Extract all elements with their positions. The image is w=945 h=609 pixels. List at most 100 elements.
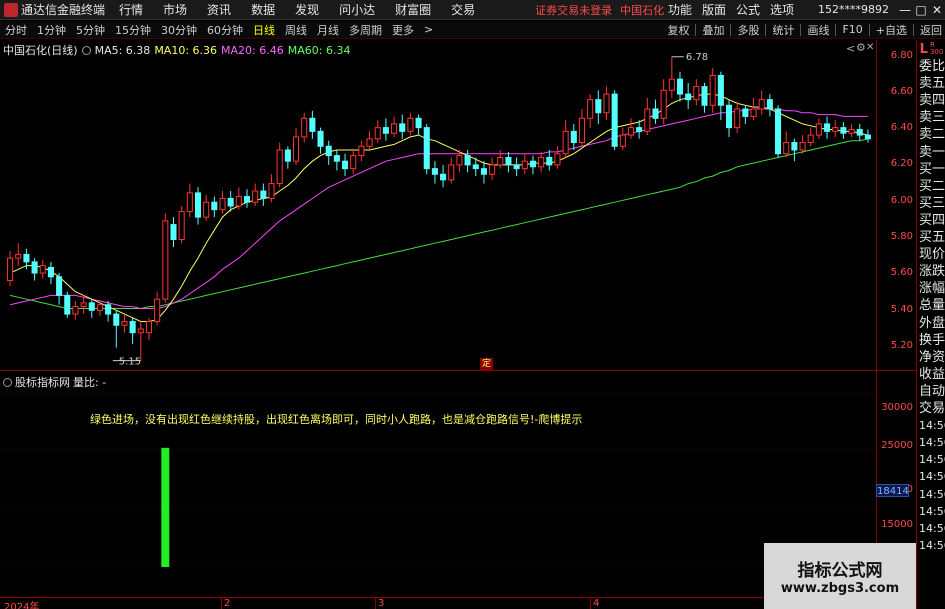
- menu-layout[interactable]: 版面: [702, 1, 726, 18]
- ding-marker: 定: [480, 358, 493, 370]
- candle-body: [7, 257, 14, 282]
- period-weekly[interactable]: 周线: [283, 22, 309, 38]
- chevron-right-icon[interactable]: >: [422, 23, 435, 36]
- candle-body: [145, 321, 153, 334]
- settings-dot-icon[interactable]: [81, 45, 91, 55]
- candle-body: [578, 117, 586, 144]
- menu-trade[interactable]: 交易: [451, 1, 475, 18]
- side-panel-item: 收益: [919, 366, 945, 382]
- chevron-left-icon[interactable]: <: [846, 42, 855, 55]
- candle-body: [660, 89, 667, 119]
- period-daily[interactable]: 日线: [251, 22, 277, 38]
- candle-body: [88, 302, 95, 311]
- period-5min[interactable]: 5分钟: [74, 22, 107, 38]
- side-panel-R[interactable]: R 300: [930, 42, 943, 56]
- candle-body: [15, 253, 22, 259]
- volume-badge: 18414: [876, 484, 909, 497]
- side-panel-item[interactable]: 自动: [919, 383, 945, 400]
- period-multi[interactable]: 多周期: [347, 22, 384, 38]
- f10-button[interactable]: F10: [842, 23, 862, 36]
- period-30min[interactable]: 30分钟: [159, 22, 199, 38]
- period-intraday[interactable]: 分时: [3, 22, 29, 38]
- candle-body: [260, 190, 267, 199]
- menu-data[interactable]: 数据: [251, 1, 275, 18]
- add-watchlist-button[interactable]: +自选: [876, 22, 907, 38]
- candle-body: [284, 149, 291, 162]
- menu-formula[interactable]: 公式: [736, 1, 760, 18]
- side-panel-item: 买二: [919, 178, 945, 194]
- side-panel-item: 卖五: [919, 76, 945, 92]
- candle-body: [382, 127, 389, 134]
- side-panel-item: 买五: [919, 230, 945, 245]
- candle-body: [750, 108, 757, 117]
- user-account[interactable]: 152****9892: [818, 3, 889, 16]
- watermark-title: 指标公式网: [797, 561, 883, 581]
- side-panel-item: 14:56: [919, 521, 945, 535]
- side-panel-header[interactable]: L R 300: [917, 40, 945, 58]
- candle-body: [399, 123, 406, 132]
- stats-button[interactable]: 统计: [772, 22, 794, 38]
- candle-body: [301, 117, 308, 138]
- side-panel-item: 卖三: [919, 110, 945, 126]
- x-label-year: 2024年: [4, 602, 40, 609]
- indicator-chart[interactable]: [0, 371, 876, 597]
- menu-news[interactable]: 资讯: [207, 1, 231, 18]
- ma20-value: MA20: 6.46: [221, 43, 284, 57]
- candle-body: [235, 196, 242, 207]
- period-15min[interactable]: 15分钟: [113, 22, 153, 38]
- watermark: 指标公式网 www.zbgs3.com: [764, 543, 916, 609]
- candle-body: [693, 86, 700, 101]
- high-label: 6.78: [686, 52, 708, 63]
- panel-close-icon[interactable]: ✕: [866, 42, 874, 53]
- menu-options[interactable]: 选项: [770, 1, 794, 18]
- side-panel-item: 14:56: [919, 453, 945, 467]
- gear-icon[interactable]: ⚙: [856, 41, 866, 54]
- candle-body: [807, 134, 814, 144]
- period-60min[interactable]: 60分钟: [205, 22, 245, 38]
- back-button[interactable]: 返回: [920, 22, 942, 38]
- period-monthly[interactable]: 月线: [315, 22, 341, 38]
- side-panel-item: 卖一: [919, 144, 945, 160]
- candle-body: [431, 168, 438, 175]
- close-icon[interactable]: ✕: [929, 3, 945, 17]
- candle-body: [129, 321, 136, 334]
- candle-body: [170, 224, 177, 240]
- candle-body: [39, 265, 46, 274]
- period-more[interactable]: 更多: [390, 22, 416, 38]
- menu-wealth[interactable]: 财富圈: [395, 1, 431, 18]
- adjust-button[interactable]: 复权: [667, 22, 689, 38]
- side-panel-item: 卖二: [919, 127, 945, 143]
- candle-body: [685, 93, 692, 101]
- candle-body: [464, 155, 471, 166]
- side-panel-item: 14:56: [919, 470, 945, 484]
- candle-body: [676, 78, 684, 95]
- candle-body: [374, 127, 381, 140]
- menu-quotes[interactable]: 行情: [119, 1, 143, 18]
- price-tick: 6.00: [890, 195, 913, 206]
- overlay-button[interactable]: 叠加: [702, 22, 724, 38]
- candle-body: [824, 123, 831, 132]
- menu-function[interactable]: 功能: [668, 1, 692, 18]
- chart-stock-title: 中国石化(日线): [3, 44, 78, 57]
- minimize-icon[interactable]: —: [897, 3, 913, 17]
- side-panel-L[interactable]: L: [920, 42, 928, 57]
- side-panel-item: 14:56: [919, 504, 945, 518]
- maximize-icon[interactable]: □: [913, 3, 929, 17]
- menu-market[interactable]: 市场: [163, 1, 187, 18]
- multi-stock-button[interactable]: 多股: [737, 22, 759, 38]
- x-month-mark: [375, 597, 376, 609]
- candle-body: [864, 134, 871, 140]
- menu-discover[interactable]: 发现: [295, 1, 319, 18]
- price-tick: 6.20: [890, 158, 913, 169]
- menu-ask[interactable]: 问小达: [339, 1, 375, 18]
- candlestick-chart[interactable]: 6.78 5.15: [0, 40, 876, 370]
- divider: [913, 23, 914, 36]
- trade-login-warning[interactable]: 证券交易未登录: [535, 2, 612, 18]
- low-label: 5.15: [119, 357, 141, 368]
- period-1min[interactable]: 1分钟: [35, 22, 68, 38]
- candle-body: [513, 164, 520, 170]
- draw-line-button[interactable]: 画线: [807, 22, 829, 38]
- price-tick: 6.40: [890, 122, 913, 133]
- side-panel-item[interactable]: 交易: [919, 400, 945, 417]
- candle-body: [309, 117, 316, 132]
